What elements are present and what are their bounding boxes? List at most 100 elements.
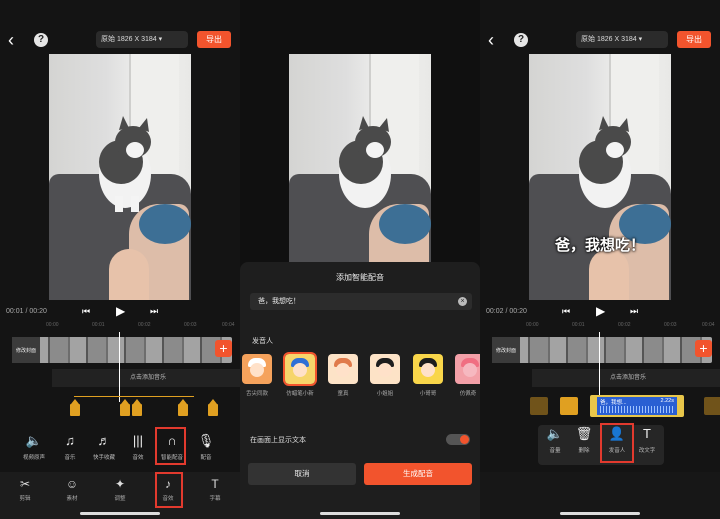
ratio-selector[interactable]: 原始 1826 X 3184 ▾: [96, 31, 188, 48]
add-clip-button[interactable]: +: [215, 340, 232, 357]
action-delete[interactable]: 🗑 删除: [567, 425, 601, 454]
ratio-label: 原始: [101, 36, 115, 43]
help-icon[interactable]: ?: [514, 33, 528, 47]
cover-button[interactable]: 修改封面: [492, 337, 520, 363]
tool-dubbing[interactable]: 🎙 配音: [189, 432, 223, 461]
ruler-tick: 00:03: [184, 322, 197, 328]
sound-effect-icon: |||: [132, 433, 144, 448]
voice-text-value: 爸，我想吃！: [258, 298, 300, 305]
beat-marker[interactable]: [530, 397, 548, 415]
beat-marker[interactable]: [178, 399, 188, 416]
ruler-tick: 00:04: [222, 322, 235, 328]
text-icon: T: [211, 477, 219, 491]
play-icon[interactable]: ▶: [116, 304, 125, 318]
video-track[interactable]: [12, 337, 232, 363]
playhead[interactable]: [599, 332, 600, 402]
clear-icon[interactable]: ×: [458, 297, 467, 306]
beat-markers: [0, 392, 240, 420]
back-icon[interactable]: ‹: [488, 30, 504, 50]
speaker-avatar[interactable]: [413, 354, 443, 384]
speaker-avatar[interactable]: [242, 354, 272, 384]
tool-label: 视频原声: [22, 455, 45, 461]
ratio-label: 原始: [581, 36, 595, 43]
edit-text-icon: T: [643, 426, 651, 441]
chevron-down-icon: ▾: [158, 36, 163, 43]
help-icon[interactable]: ?: [34, 33, 48, 47]
highlight-box: [155, 472, 183, 508]
tool-quick-record[interactable]: ♬ 快手收藏: [87, 432, 121, 461]
sheet-title: 添加智能配音: [336, 273, 384, 282]
add-music-row[interactable]: 点击添加音乐: [532, 369, 720, 387]
cover-button[interactable]: 修改封面: [12, 337, 40, 363]
sticker-icon: ☺: [65, 477, 79, 491]
add-clip-button[interactable]: +: [695, 340, 712, 357]
top-bar: ‹ ? 原始 1826 X 3184 ▾ 导出: [480, 30, 720, 52]
skip-back-icon[interactable]: ⏮: [562, 306, 570, 317]
cancel-button[interactable]: 取消: [248, 463, 356, 485]
voice-text-input[interactable]: 爸，我想吃！ ×: [250, 293, 472, 310]
ruler-tick: 00:01: [92, 322, 105, 328]
skip-forward-icon[interactable]: ⏭: [630, 306, 638, 317]
video-subtitle[interactable]: 爸，我想吃！: [529, 234, 671, 255]
tab-subtitle[interactable]: T 字幕: [200, 476, 230, 502]
action-label: 改文字: [638, 448, 656, 454]
speaker-avatar[interactable]: [455, 354, 480, 384]
scissors-icon: ✂: [19, 477, 31, 491]
video-track[interactable]: [492, 337, 712, 363]
timecode: 00:01 / 00:20: [6, 308, 47, 315]
highlight-box: [155, 427, 186, 465]
beat-marker[interactable]: [704, 397, 720, 415]
speaker-name: 小哥哥: [419, 391, 437, 397]
beat-marker[interactable]: [132, 399, 142, 416]
home-indicator: [80, 512, 160, 515]
tool-original-sound[interactable]: 🔈 视频原声: [17, 432, 51, 461]
play-icon[interactable]: ▶: [596, 304, 605, 318]
speaker-avatar[interactable]: [328, 354, 358, 384]
export-button[interactable]: 导出: [197, 31, 231, 48]
speaker-name: 舌尖同款: [245, 391, 268, 397]
speaker-avatar-selected[interactable]: [283, 352, 317, 386]
speaker-name: 仿佩奇: [459, 391, 477, 397]
voice-clip-title: 爸，我想...: [600, 400, 627, 406]
tab-material[interactable]: ☺ 素材: [57, 476, 87, 502]
beat-marker[interactable]: [208, 399, 218, 416]
cat-image: [99, 116, 151, 212]
tab-adjust[interactable]: ✦ 调整: [105, 476, 135, 502]
ruler-tick: 00:04: [702, 322, 715, 328]
tool-music[interactable]: ♫ 音乐: [53, 432, 87, 461]
add-music-row[interactable]: 点击添加音乐: [52, 369, 240, 387]
speaker-name: 童真: [337, 391, 349, 397]
highlight-box: [600, 423, 634, 463]
voice-clip-track[interactable]: 爸，我想... 2.22s: [590, 395, 684, 417]
tool-sound-effect[interactable]: ||| 音效: [121, 432, 155, 461]
timecode: 00:02 / 00:20: [486, 308, 527, 315]
speaker-avatar[interactable]: [370, 354, 400, 384]
speaker-name: 小姐姐: [376, 391, 394, 397]
skip-back-icon[interactable]: ⏮: [82, 306, 90, 317]
clip-handle[interactable]: [560, 397, 578, 415]
quick-record-icon: ♬: [97, 433, 111, 448]
action-edit-text[interactable]: T 改文字: [630, 425, 664, 454]
ruler-tick: 00:00: [526, 322, 539, 328]
resolution-label: 1826 X 3184: [116, 36, 157, 43]
show-text-toggle[interactable]: [446, 434, 470, 445]
music-note-icon: ♫: [65, 433, 75, 448]
export-button[interactable]: 导出: [677, 31, 711, 48]
transport-controls: ⏮ ▶ ⏭: [82, 304, 162, 320]
generate-voice-button[interactable]: 生成配音: [364, 463, 472, 485]
beat-marker[interactable]: [120, 399, 130, 416]
home-indicator: [560, 512, 640, 515]
tool-label: 音效: [132, 455, 144, 461]
skip-forward-icon[interactable]: ⏭: [150, 306, 158, 317]
volume-icon: 🔈: [25, 433, 43, 448]
waveform: [600, 406, 674, 413]
back-icon[interactable]: ‹: [8, 30, 24, 50]
beat-marker[interactable]: [70, 399, 80, 416]
adjust-icon: ✦: [114, 477, 126, 491]
speaker-list: 舌尖同款 仿蜡笔小新 童真 小姐姐 小哥哥 仿佩奇: [240, 352, 480, 404]
tab-label: 剪辑: [19, 496, 31, 502]
ratio-selector[interactable]: 原始 1826 X 3184 ▾: [576, 31, 668, 48]
tool-label: 快手收藏: [92, 455, 115, 461]
tab-edit[interactable]: ✂ 剪辑: [10, 476, 40, 502]
voice-clip-selected[interactable]: 爸，我想... 2.22s: [597, 397, 677, 415]
